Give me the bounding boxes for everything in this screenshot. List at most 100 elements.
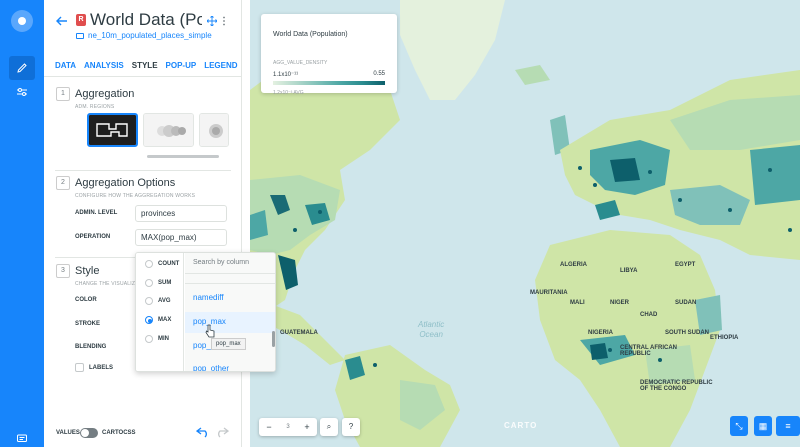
section-number-aggregation: 1 [56,87,70,101]
zoom-control: − 3 + [259,418,317,436]
help-icon[interactable]: ? [342,418,360,436]
aggregation-option-regions[interactable] [87,113,138,147]
section-number-style: 3 [56,264,70,278]
operation-list: COUNT SUM AVG MAX MIN [136,253,184,371]
tabs-divider [44,76,242,77]
settings-sliders-icon[interactable] [9,80,35,104]
legend-max: 0.55 [373,71,385,77]
layer-badge: R [76,14,86,26]
legend-gradient-bar [273,81,385,85]
operation-option-max[interactable]: MAX [145,316,171,324]
layer-title[interactable]: World Data (Population) [90,10,202,30]
list-divider [185,283,275,284]
layers-icon[interactable]: ≡ [776,416,800,436]
region-asia [750,145,800,205]
section-title-aggregation: Aggregation [75,88,135,100]
column-list: Search by column namediff pop_max pop_mi… [185,253,275,371]
cartocss-label: CARTOCSS [102,430,136,436]
place-label: DEMOCRATIC REPUBLIC OF THE CONGO [640,380,713,392]
place-label: SOUTH SUDAN [665,330,710,336]
tab-data[interactable]: DATA [55,61,76,70]
region-mid [250,210,268,240]
undo-icon[interactable] [196,426,210,438]
hand-cursor-icon [205,324,215,338]
admin-level-label: ADMIN. LEVEL [75,210,118,216]
move-arrows-icon[interactable] [207,16,217,26]
section-title-options: Aggregation Options [75,177,176,189]
section-sub-options: CONFIGURE HOW THE AGGREGATION WORKS [75,193,196,199]
operation-option-avg[interactable]: AVG [145,297,171,305]
operation-option-sum[interactable]: SUM [145,279,171,287]
operation-select[interactable]: MAX(pop_max) [135,229,227,246]
legend-min: 1.1x10⁻¹¹ [273,72,299,78]
more-options-icon[interactable] [219,16,229,26]
land-greenland [400,0,505,100]
tab-analysis[interactable]: ANALYSIS [84,61,124,70]
redo-icon[interactable] [215,426,229,438]
edit-pencil-icon[interactable] [9,56,35,80]
left-rail [0,0,44,447]
tab-legend[interactable]: LEGEND [204,61,237,70]
land-iceland [515,65,550,85]
map-legend: World Data (Population) AGG_VALUE_DENSIT… [261,14,397,96]
radio-icon [145,297,153,305]
tab-pop-up[interactable]: POP-UP [166,61,197,70]
zoom-in-button[interactable]: + [304,422,309,432]
search-icon[interactable]: ⌕ [320,418,338,436]
aggregation-option-hexbins[interactable] [143,113,194,147]
dataset-name: ne_10m_populated_places_simple [88,31,212,40]
aggregation-scrollbar[interactable] [147,155,219,158]
values-label: VALUES [56,430,80,436]
operation-option-min[interactable]: MIN [145,335,169,343]
panel-header: R World Data (Population) ne_10m_populat… [44,0,242,58]
dataset-link[interactable]: ne_10m_populated_places_simple [76,31,212,40]
carto-attribution: CARTO [504,421,538,430]
labels-label: LABELS [89,365,113,371]
aggregation-option-heatmap[interactable] [199,113,229,147]
place-label: NIGER [610,300,630,306]
style-panel: R World Data (Population) ne_10m_populat… [44,0,242,447]
section-sub-aggregation: ADM. REGIONS [75,104,115,110]
column-option-pop-other[interactable]: pop_other [193,364,229,371]
legend-subtitle: AGG_VALUE_DENSITY [273,60,328,66]
section-title-style: Style [75,265,100,277]
color-label: COLOR [75,297,97,303]
column-option-namediff[interactable]: namediff [193,293,224,302]
place-label: GUATEMALA [280,330,318,336]
radio-selected-icon [145,316,153,324]
place-label: ETHIOPIA [710,335,739,341]
admin-level-select[interactable]: provinces [135,205,227,222]
carto-logo-icon[interactable] [11,10,33,32]
operation-label: OPERATION [75,234,111,240]
column-search-input[interactable]: Search by column [193,259,249,266]
tab-style[interactable]: STYLE [132,61,158,70]
grid-view-icon[interactable]: ▦ [754,416,772,436]
radio-icon [145,279,153,287]
section-sub-style: CHANGE THE VISUALIZ [75,281,136,287]
values-cartocss-toggle[interactable] [80,428,98,438]
panel-footer: VALUES CARTOCSS [44,420,242,447]
radio-icon [145,260,153,268]
back-arrow-icon[interactable] [55,14,69,28]
section-divider [55,170,231,171]
ocean-label: Atlantic Ocean [418,320,445,339]
database-icon [76,32,84,39]
place-label: MAURITANIA [530,290,568,296]
operation-option-count[interactable]: COUNT [145,260,179,268]
stroke-label: STROKE [75,321,101,327]
zoom-out-button[interactable]: − [266,422,271,432]
section-number-options: 2 [56,176,70,190]
panel-tabs: DATA ANALYSIS STYLE POP-UP LEGEND [55,61,238,70]
place-label: LIBYA [620,268,638,274]
column-list-scrollbar[interactable] [272,331,275,347]
region-dark [590,343,608,360]
fullscreen-icon[interactable]: ⤡ [730,416,748,436]
zoom-level: 3 [286,424,290,430]
place-label: NIGERIA [588,330,614,336]
place-label: ALGERIA [560,262,587,268]
column-tooltip: pop_max [211,338,246,350]
chat-bubble-icon[interactable] [9,427,35,447]
labels-checkbox[interactable] [75,363,84,372]
place-label: EGYPT [675,262,696,268]
place-label: SUDAN [675,300,697,306]
